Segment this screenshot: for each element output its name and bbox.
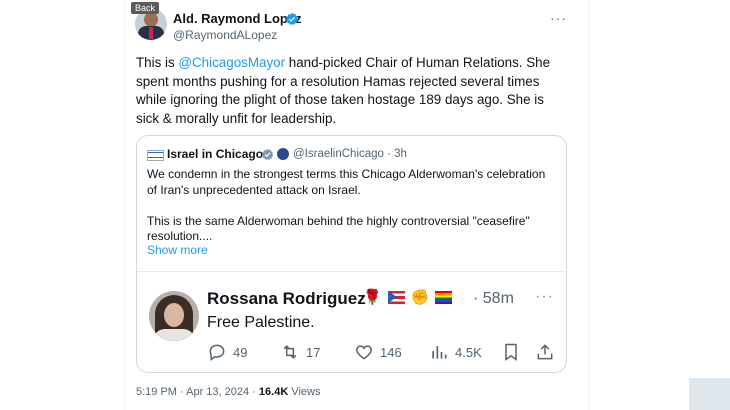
repost-button: 17 — [280, 342, 320, 362]
quote-paragraph: We condemn in the strongest terms this C… — [147, 167, 546, 197]
embedded-text: Free Palestine. — [207, 314, 315, 331]
quote-paragraph: This is the same Alderwoman behind the h… — [147, 213, 530, 244]
quoted-tweet[interactable]: Israel in Chicago @IsraelinChicago · 3h … — [136, 135, 567, 373]
reply-button: 49 — [207, 342, 247, 362]
like-button: 146 — [354, 342, 402, 362]
embedded-time: · 58m — [473, 290, 514, 307]
embedded-action-bar: 49 17 146 4.5K — [137, 342, 566, 362]
bookmark-icon — [505, 343, 517, 361]
tweet-text: This is @ChicagosMayor hand-picked Chair… — [136, 55, 551, 126]
corner-panel — [689, 378, 730, 410]
mention-link[interactable]: @ChicagosMayor — [178, 55, 285, 70]
verified-badge-icon — [285, 12, 299, 25]
views-button: 4.5K — [429, 342, 482, 362]
embedded-avatar — [149, 291, 199, 341]
embedded-author-name: Rossana Rodriguez — [207, 289, 366, 308]
bookmark-button — [501, 342, 521, 362]
back-tooltip: Back — [131, 2, 160, 14]
embedded-name-emojis: 🌹 ✊ — [363, 288, 453, 306]
embedded-more-icon: ··· — [535, 288, 554, 305]
tweet-views-count: 16.4K — [258, 386, 289, 398]
author-name[interactable]: Ald. Raymond Lopez — [173, 11, 302, 26]
raised-fist-icon: ✊ — [410, 289, 430, 306]
quote-handle-time: @IsraelinChicago · 3h — [293, 148, 407, 160]
share-button — [535, 342, 555, 362]
repost-icon — [283, 345, 297, 359]
israel-flag-icon — [147, 150, 164, 161]
verified-gray-badge-icon — [261, 148, 274, 160]
share-icon — [537, 344, 553, 360]
more-options-icon[interactable]: ··· — [550, 10, 567, 26]
views-count: 4.5K — [455, 344, 482, 360]
quote-author-name: Israel in Chicago — [167, 147, 264, 161]
reply-count: 49 — [233, 344, 248, 360]
tweet-meta: 5:19 PM · Apr 13, 2024 · 16.4K Views — [136, 386, 320, 398]
like-count: 146 — [380, 344, 402, 360]
repost-count: 17 — [306, 344, 321, 360]
show-more-link[interactable]: Show more — [147, 243, 208, 257]
tweet-views-label: Views — [288, 386, 321, 398]
rose-icon: 🌹 — [363, 289, 382, 306]
author-handle[interactable]: @RaymondALopez — [173, 28, 277, 42]
rainbow-flag-icon — [435, 290, 453, 304]
tweet-timestamp[interactable]: 5:19 PM · Apr 13, 2024 · — [136, 386, 259, 398]
reply-icon — [209, 344, 225, 361]
quote-text: We condemn in the strongest terms this C… — [147, 167, 557, 260]
affiliation-badge-icon — [277, 148, 289, 160]
puerto-rico-flag-icon — [387, 290, 405, 304]
views-icon — [432, 346, 447, 359]
like-icon — [355, 345, 373, 360]
